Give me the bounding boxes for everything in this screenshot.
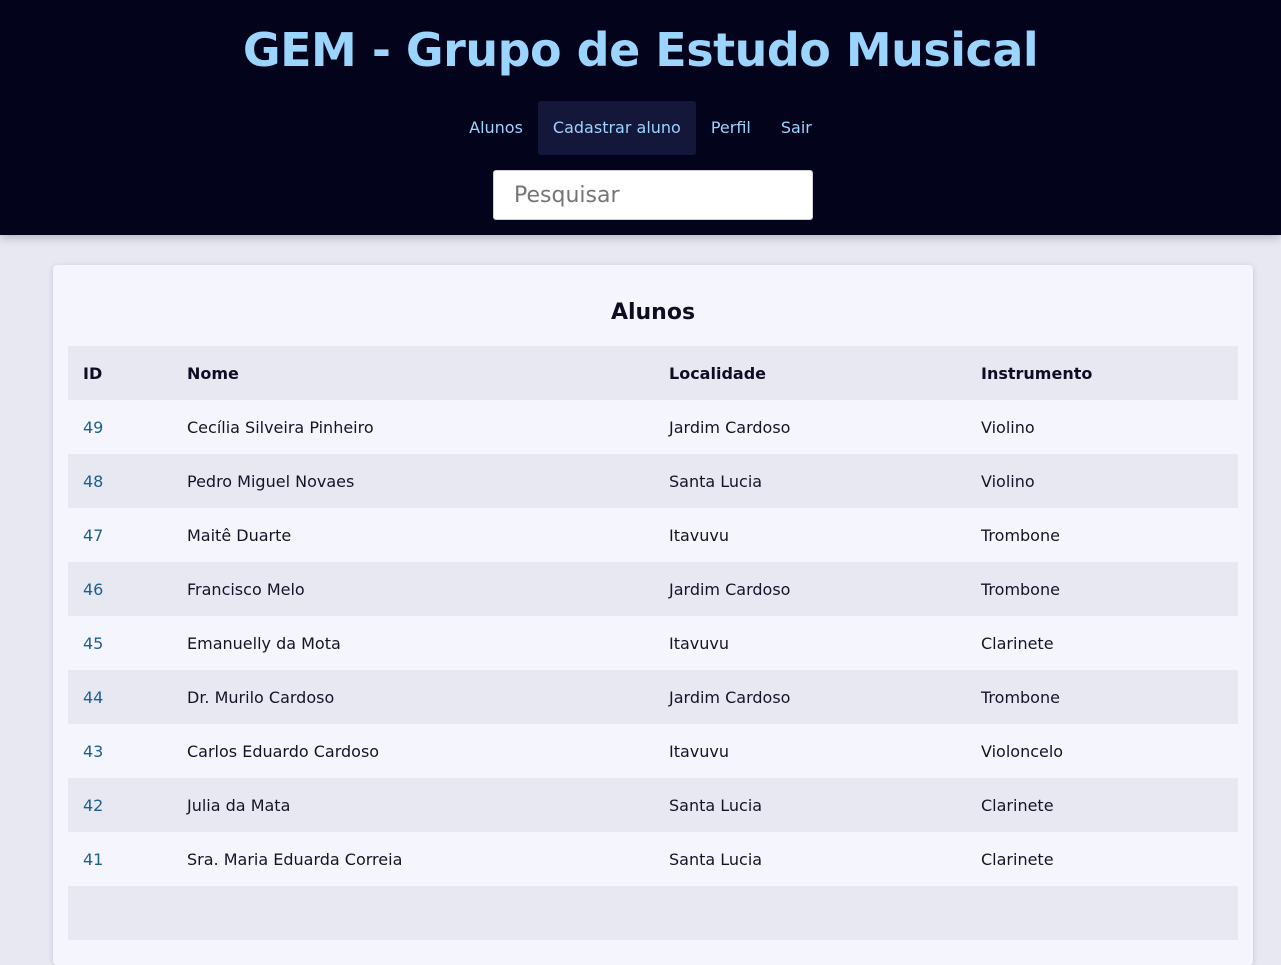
student-instrumento: Clarinete xyxy=(966,778,1238,832)
students-card: Alunos ID Nome Localidade Instrumento 49… xyxy=(53,265,1253,965)
table-row: 44 Dr. Murilo Cardoso Jardim Cardoso Tro… xyxy=(68,670,1238,724)
column-header-id: ID xyxy=(68,346,172,400)
student-instrumento: Clarinete xyxy=(966,616,1238,670)
student-localidade: Itavuvu xyxy=(654,508,966,562)
nav-item-cadastrar-aluno[interactable]: Cadastrar aluno xyxy=(537,101,696,155)
site-title: GEM - Grupo de Estudo Musical xyxy=(242,23,1039,77)
student-instrumento: Trombone xyxy=(966,670,1238,724)
student-name: Emanuelly da Mota xyxy=(172,616,654,670)
search-input[interactable] xyxy=(493,170,813,220)
student-id-link[interactable]: 46 xyxy=(68,562,172,616)
student-id-link[interactable]: 45 xyxy=(68,616,172,670)
student-localidade: Santa Lucia xyxy=(654,832,966,886)
student-id-link[interactable]: 49 xyxy=(68,400,172,454)
table-row: 43 Carlos Eduardo Cardoso Itavuvu Violon… xyxy=(68,724,1238,778)
student-localidade: Itavuvu xyxy=(654,724,966,778)
students-table: ID Nome Localidade Instrumento 49 Cecíli… xyxy=(68,346,1238,940)
student-instrumento: Violino xyxy=(966,400,1238,454)
table-cell xyxy=(68,886,172,940)
student-localidade: Santa Lucia xyxy=(654,778,966,832)
student-instrumento: Trombone xyxy=(966,508,1238,562)
table-row: 48 Pedro Miguel Novaes Santa Lucia Violi… xyxy=(68,454,1238,508)
nav-item-perfil[interactable]: Perfil xyxy=(696,101,766,155)
nav-item-sair[interactable]: Sair xyxy=(766,101,827,155)
student-localidade: Jardim Cardoso xyxy=(654,670,966,724)
student-instrumento: Clarinete xyxy=(966,832,1238,886)
table-row: 41 Sra. Maria Eduarda Correia Santa Luci… xyxy=(68,832,1238,886)
student-name: Carlos Eduardo Cardoso xyxy=(172,724,654,778)
column-header-nome: Nome xyxy=(172,346,654,400)
site-header: GEM - Grupo de Estudo Musical Alunos Cad… xyxy=(0,0,1281,235)
main-nav: Alunos Cadastrar aluno Perfil Sair xyxy=(0,101,1281,155)
table-cell xyxy=(966,886,1238,940)
table-row xyxy=(68,886,1238,940)
table-row: 49 Cecília Silveira Pinheiro Jardim Card… xyxy=(68,400,1238,454)
table-row: 46 Francisco Melo Jardim Cardoso Trombon… xyxy=(68,562,1238,616)
student-name: Pedro Miguel Novaes xyxy=(172,454,654,508)
student-instrumento: Violino xyxy=(966,454,1238,508)
table-row: 45 Emanuelly da Mota Itavuvu Clarinete xyxy=(68,616,1238,670)
student-name: Dr. Murilo Cardoso xyxy=(172,670,654,724)
table-row: 47 Maitê Duarte Itavuvu Trombone xyxy=(68,508,1238,562)
student-instrumento: Trombone xyxy=(966,562,1238,616)
student-localidade: Itavuvu xyxy=(654,616,966,670)
student-name: Maitê Duarte xyxy=(172,508,654,562)
student-id-link[interactable]: 43 xyxy=(68,724,172,778)
student-id-link[interactable]: 44 xyxy=(68,670,172,724)
table-row: 42 Julia da Mata Santa Lucia Clarinete xyxy=(68,778,1238,832)
student-localidade: Jardim Cardoso xyxy=(654,400,966,454)
column-header-instrumento: Instrumento xyxy=(966,346,1238,400)
column-header-localidade: Localidade xyxy=(654,346,966,400)
student-localidade: Jardim Cardoso xyxy=(654,562,966,616)
student-name: Cecília Silveira Pinheiro xyxy=(172,400,654,454)
table-header-row: ID Nome Localidade Instrumento xyxy=(68,346,1238,400)
table-cell xyxy=(172,886,654,940)
student-instrumento: Violoncelo xyxy=(966,724,1238,778)
student-name: Francisco Melo xyxy=(172,562,654,616)
student-localidade: Santa Lucia xyxy=(654,454,966,508)
student-name: Julia da Mata xyxy=(172,778,654,832)
table-cell xyxy=(654,886,966,940)
student-id-link[interactable]: 41 xyxy=(68,832,172,886)
student-id-link[interactable]: 42 xyxy=(68,778,172,832)
student-name: Sra. Maria Eduarda Correia xyxy=(172,832,654,886)
page-title: Alunos xyxy=(610,300,696,325)
student-id-link[interactable]: 48 xyxy=(68,454,172,508)
student-id-link[interactable]: 47 xyxy=(68,508,172,562)
nav-item-alunos[interactable]: Alunos xyxy=(454,101,538,155)
